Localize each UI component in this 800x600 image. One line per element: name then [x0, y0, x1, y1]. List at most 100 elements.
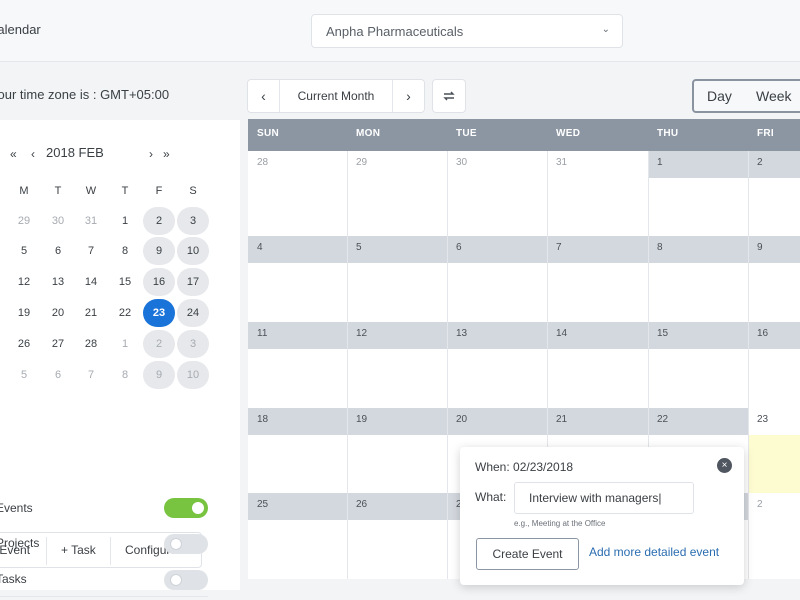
create-event-button[interactable]: Create Event [476, 538, 579, 570]
mini-calendar-first-button[interactable]: « [10, 147, 17, 161]
calendar-day-cell[interactable]: 22 [648, 408, 748, 435]
mini-calendar-day[interactable]: 3 [177, 330, 209, 358]
mini-calendar-day[interactable]: 28 [0, 207, 5, 235]
calendar-day-cell[interactable]: 6 [447, 236, 547, 263]
mini-calendar-day[interactable]: 25 [0, 330, 5, 358]
mini-calendar-day[interactable]: 8 [109, 361, 141, 389]
prev-month-button[interactable]: ‹ [248, 80, 280, 112]
calendar-day-cell[interactable]: 1 [648, 151, 748, 178]
calendar-day-cell[interactable]: 26 [347, 493, 447, 520]
mini-calendar-day[interactable]: 17 [177, 268, 209, 296]
mini-calendar-day[interactable]: 31 [75, 207, 107, 235]
mini-calendar-day[interactable]: 20 [42, 299, 74, 327]
mini-calendar-day[interactable]: 16 [143, 268, 175, 296]
grid-line [748, 151, 749, 579]
week-view-button[interactable]: Week [756, 88, 792, 104]
calendar-day-cell[interactable]: 9 [748, 236, 800, 263]
mini-calendar-day[interactable]: 5 [8, 361, 40, 389]
mini-calendar-day[interactable]: 22 [109, 299, 141, 327]
mini-calendar-day[interactable]: 2 [143, 330, 175, 358]
current-month-button[interactable]: Current Month [280, 80, 392, 112]
mini-calendar-next-button[interactable]: › [149, 147, 153, 161]
mini-calendar-day[interactable]: 9 [143, 361, 175, 389]
events-toggle[interactable] [164, 498, 208, 518]
calendar-day-cell[interactable]: 8 [648, 236, 748, 263]
mini-calendar-day[interactable]: 6 [42, 361, 74, 389]
sidebar: « ‹ 2018 FEB › » SMTWTFS 282930311234567… [0, 120, 240, 597]
mini-calendar-day[interactable]: 1 [109, 330, 141, 358]
mini-calendar-day[interactable]: 29 [8, 207, 40, 235]
filter-label-events: Events [0, 501, 33, 515]
mini-calendar-day[interactable]: 11 [0, 268, 5, 296]
calendar-day-cell[interactable]: 20 [447, 408, 547, 435]
popover-hint: e.g., Meeting at the Office [514, 519, 606, 528]
day-view-button[interactable]: Day [707, 88, 732, 104]
mini-calendar-day[interactable]: 7 [75, 361, 107, 389]
calendar-day-cell[interactable]: 5 [347, 236, 447, 263]
calendar-day-cell[interactable]: 15 [648, 322, 748, 349]
mini-calendar-day[interactable]: 26 [8, 330, 40, 358]
calendar-day-cell[interactable]: 19 [347, 408, 447, 435]
calendar-day-cell[interactable]: 2 [748, 493, 800, 520]
mini-calendar-day[interactable]: 14 [75, 268, 107, 296]
top-bar: Calendar Anpha Pharmaceuticals ⌄ [0, 0, 800, 62]
mini-calendar-day[interactable]: 7 [75, 237, 107, 265]
mini-calendar-day[interactable]: 21 [75, 299, 107, 327]
calendar-day-cell[interactable]: 21 [547, 408, 648, 435]
refresh-button[interactable] [432, 79, 466, 113]
calendar-day-cell[interactable]: 11 [248, 322, 347, 349]
mini-calendar-day[interactable]: 28 [75, 330, 107, 358]
grid-line [347, 151, 348, 579]
sidebar-divider [0, 596, 208, 597]
mini-calendar-day[interactable]: 2 [143, 207, 175, 235]
tasks-toggle[interactable] [164, 570, 208, 590]
calendar-day-cell[interactable]: 29 [347, 151, 447, 178]
event-title-input[interactable] [514, 482, 694, 514]
calendar-day-cell[interactable]: 28 [248, 151, 347, 178]
calendar-day-cell[interactable]: 2 [748, 151, 800, 178]
company-select[interactable]: Anpha Pharmaceuticals ⌄ [311, 14, 623, 48]
calendar-day-cell[interactable]: 16 [748, 322, 800, 349]
projects-toggle[interactable] [164, 534, 208, 554]
next-month-button[interactable]: › [392, 80, 424, 112]
mini-calendar-day[interactable]: 10 [177, 361, 209, 389]
calendar-day-cell[interactable]: 25 [248, 493, 347, 520]
mini-calendar-day[interactable]: 3 [177, 207, 209, 235]
mini-calendar-last-button[interactable]: » [163, 147, 170, 161]
calendar-day-cell[interactable]: 4 [248, 236, 347, 263]
mini-calendar-day[interactable]: 30 [42, 207, 74, 235]
mini-calendar-day[interactable]: 4 [0, 361, 5, 389]
mini-calendar-day[interactable]: 13 [42, 268, 74, 296]
mini-calendar-day[interactable]: 8 [109, 237, 141, 265]
view-switch: Day Week [692, 79, 800, 113]
calendar-day-cell[interactable]: 7 [547, 236, 648, 263]
calendar-day-cell[interactable]: 14 [547, 322, 648, 349]
calendar-header: SUN MON TUE WED THU FRI [248, 119, 800, 151]
mini-calendar-day[interactable]: 6 [42, 237, 74, 265]
calendar-day-cell[interactable]: 23 [748, 408, 800, 435]
mini-calendar-day[interactable]: 15 [109, 268, 141, 296]
weekday-header: TUE [456, 128, 477, 139]
mini-calendar-day[interactable]: 1 [109, 207, 141, 235]
mini-calendar-day[interactable]: 5 [8, 237, 40, 265]
close-icon[interactable]: × [717, 458, 732, 473]
mini-calendar-prev-button[interactable]: ‹ [31, 147, 35, 161]
calendar-day-cell[interactable]: 13 [447, 322, 547, 349]
add-task-button[interactable]: + Task [61, 543, 96, 557]
mini-calendar-day[interactable]: 9 [143, 237, 175, 265]
calendar-day-cell[interactable]: 18 [248, 408, 347, 435]
mini-calendar-day[interactable]: 24 [177, 299, 209, 327]
mini-calendar-day[interactable]: 23 [143, 299, 175, 327]
calendar-day-cell[interactable]: 30 [447, 151, 547, 178]
calendar-day-cell[interactable]: 31 [547, 151, 648, 178]
mini-calendar-day[interactable]: 19 [8, 299, 40, 327]
mini-calendar-day[interactable]: 4 [0, 237, 5, 265]
mini-calendar-day[interactable]: 27 [42, 330, 74, 358]
calendar-day-cell[interactable]: 12 [347, 322, 447, 349]
mini-calendar-weekday: T [121, 185, 129, 197]
mini-calendar-day[interactable]: 18 [0, 299, 5, 327]
add-detailed-event-link[interactable]: Add more detailed event [589, 545, 719, 559]
mini-calendar-day[interactable]: 10 [177, 237, 209, 265]
filter-label-projects: Projects [0, 536, 40, 550]
mini-calendar-day[interactable]: 12 [8, 268, 40, 296]
